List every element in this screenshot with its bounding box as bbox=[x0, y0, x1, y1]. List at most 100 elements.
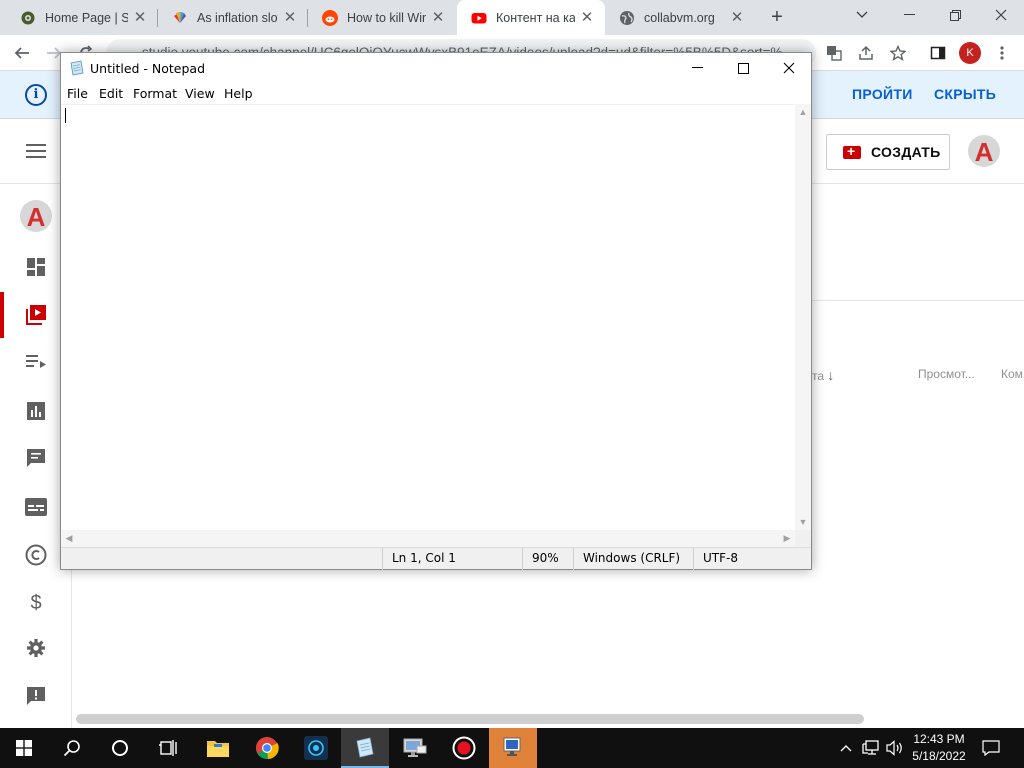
notepad-taskbar-icon[interactable] bbox=[341, 728, 389, 768]
browser-minimize-icon[interactable] bbox=[886, 0, 932, 30]
status-cursor-position: Ln 1, Col 1 bbox=[382, 548, 522, 570]
chrome-icon[interactable] bbox=[243, 728, 291, 768]
text-caret bbox=[65, 108, 66, 123]
translate-icon[interactable] bbox=[820, 39, 848, 67]
dashboard-icon[interactable] bbox=[24, 255, 48, 279]
notifications-icon[interactable] bbox=[978, 728, 1004, 768]
notepad-title: Untitled - Notepad bbox=[90, 61, 206, 76]
tab-title: How to kill Win bbox=[347, 10, 426, 25]
browser-tab[interactable]: As inflation slov ✕ bbox=[158, 0, 308, 35]
scroll-right-arrow-icon[interactable]: ▶ bbox=[779, 533, 795, 544]
tab-close-icon[interactable]: ✕ bbox=[282, 9, 298, 26]
browser-restore-icon[interactable] bbox=[932, 0, 978, 30]
volume-icon[interactable] bbox=[884, 728, 906, 768]
menu-file[interactable]: File bbox=[67, 86, 88, 101]
status-zoom: 90% bbox=[522, 548, 573, 570]
banner-go-button[interactable]: ПРОЙТИ bbox=[852, 86, 913, 102]
start-windows-icon[interactable] bbox=[0, 728, 48, 768]
record-button-icon[interactable] bbox=[440, 728, 488, 768]
scroll-up-arrow-icon[interactable]: ▲ bbox=[795, 107, 811, 117]
sort-arrow-down-icon: ↓ bbox=[827, 367, 835, 383]
sidebar-active-indicator bbox=[0, 292, 4, 338]
vm-manager-icon[interactable] bbox=[489, 728, 537, 768]
tab-search-icon[interactable] bbox=[839, 0, 885, 30]
reddit-favicon-icon bbox=[322, 9, 338, 26]
menu-format[interactable]: Format bbox=[133, 86, 177, 101]
settings-gear-icon[interactable] bbox=[24, 636, 48, 660]
playlists-icon[interactable] bbox=[24, 350, 48, 374]
tab-close-icon[interactable]: ✕ bbox=[729, 9, 745, 26]
browser-tab[interactable]: How to kill Win ✕ bbox=[308, 0, 456, 35]
taskbar-clock[interactable]: 12:43 PM 5/18/2022 bbox=[905, 731, 973, 765]
notepad-horizontal-scrollbar[interactable]: ◀ ▶ bbox=[61, 530, 795, 547]
clock-time: 12:43 PM bbox=[913, 732, 965, 746]
status-encoding: UTF-8 bbox=[693, 548, 811, 570]
create-button[interactable]: СОЗДАТЬ bbox=[826, 134, 950, 170]
back-arrow-icon[interactable] bbox=[8, 39, 36, 67]
copyright-icon[interactable] bbox=[24, 543, 48, 567]
tab-title: Контент на кан bbox=[496, 10, 575, 25]
comments-icon[interactable] bbox=[24, 446, 48, 470]
status-line-ending: Windows (CRLF) bbox=[573, 548, 693, 570]
notepad-title-bar[interactable]: Untitled - Notepad bbox=[61, 53, 811, 84]
network-app-icon[interactable] bbox=[292, 728, 340, 768]
subtitles-icon[interactable] bbox=[24, 495, 48, 519]
video-camera-icon bbox=[843, 143, 861, 159]
tab-close-icon[interactable]: ✕ bbox=[132, 9, 148, 26]
notepad-menu-bar: File Edit Format View Help bbox=[61, 84, 811, 104]
column-header-views[interactable]: Просмот... bbox=[918, 367, 975, 381]
tray-chevron-up-icon[interactable] bbox=[836, 728, 856, 768]
scroll-left-arrow-icon[interactable]: ◀ bbox=[61, 533, 77, 544]
scroll-down-arrow-icon[interactable]: ▼ bbox=[795, 517, 811, 527]
menu-view[interactable]: View bbox=[185, 86, 215, 101]
clock-date: 5/18/2022 bbox=[912, 749, 966, 763]
notepad-maximize-icon[interactable] bbox=[720, 53, 766, 83]
nbc-peacock-favicon-icon bbox=[172, 10, 188, 26]
network-icon[interactable] bbox=[860, 728, 882, 768]
content-icon[interactable] bbox=[24, 303, 48, 327]
menu-kebab-icon[interactable] bbox=[988, 39, 1016, 67]
column-header-comments[interactable]: Ком bbox=[1001, 367, 1023, 381]
new-tab-button[interactable]: + bbox=[765, 6, 789, 30]
notepad-text-area[interactable] bbox=[61, 104, 795, 530]
globe-favicon-icon bbox=[619, 10, 635, 26]
browser-tab-active[interactable]: Контент на кан ✕ bbox=[457, 0, 605, 35]
sidebar-channel-avatar[interactable]: A bbox=[20, 200, 52, 232]
remote-desktop-icon[interactable] bbox=[391, 728, 439, 768]
analytics-icon[interactable] bbox=[24, 399, 48, 423]
windows-taskbar: 12:43 PM 5/18/2022 bbox=[0, 728, 1024, 768]
notepad-close-icon[interactable] bbox=[766, 53, 812, 83]
banner-hide-button[interactable]: СКРЫТЬ bbox=[934, 86, 996, 102]
tab-close-icon[interactable]: ✕ bbox=[430, 9, 446, 26]
notepad-window: Untitled - Notepad File Edit Format View… bbox=[60, 52, 812, 570]
page-horizontal-scrollbar[interactable] bbox=[76, 714, 864, 724]
gear-favicon-icon bbox=[20, 10, 36, 26]
notepad-app-icon bbox=[69, 60, 85, 76]
search-icon[interactable] bbox=[48, 728, 96, 768]
bookmark-star-icon[interactable] bbox=[884, 39, 912, 67]
browser-close-icon[interactable] bbox=[978, 0, 1024, 30]
notepad-status-bar: Ln 1, Col 1 90% Windows (CRLF) UTF-8 bbox=[61, 547, 811, 570]
tab-close-icon[interactable]: ✕ bbox=[579, 9, 595, 26]
notepad-minimize-icon[interactable] bbox=[674, 53, 720, 83]
task-view-icon[interactable] bbox=[144, 728, 192, 768]
browser-tab[interactable]: Home Page | Se ✕ bbox=[6, 0, 158, 35]
channel-avatar[interactable]: A bbox=[968, 135, 1000, 167]
hamburger-menu-icon[interactable] bbox=[26, 144, 46, 162]
scrollbar-corner bbox=[795, 530, 811, 547]
column-header-date[interactable]: та ↓ bbox=[812, 367, 834, 383]
tab-title: collabvm.org bbox=[644, 10, 715, 25]
notepad-vertical-scrollbar[interactable]: ▲ ▼ bbox=[795, 104, 811, 530]
tab-title: As inflation slov bbox=[197, 10, 278, 25]
profile-avatar[interactable]: K bbox=[959, 42, 981, 64]
file-explorer-icon[interactable] bbox=[194, 728, 242, 768]
cortana-circle-icon[interactable] bbox=[96, 728, 144, 768]
menu-edit[interactable]: Edit bbox=[99, 86, 123, 101]
monetization-dollar-icon[interactable]: $ bbox=[24, 591, 48, 615]
create-label: СОЗДАТЬ bbox=[871, 144, 941, 160]
side-panel-icon[interactable] bbox=[924, 39, 952, 67]
browser-tab[interactable]: collabvm.org ✕ bbox=[605, 0, 755, 35]
share-icon[interactable] bbox=[852, 39, 880, 67]
feedback-icon[interactable] bbox=[24, 684, 48, 708]
menu-help[interactable]: Help bbox=[224, 86, 253, 101]
